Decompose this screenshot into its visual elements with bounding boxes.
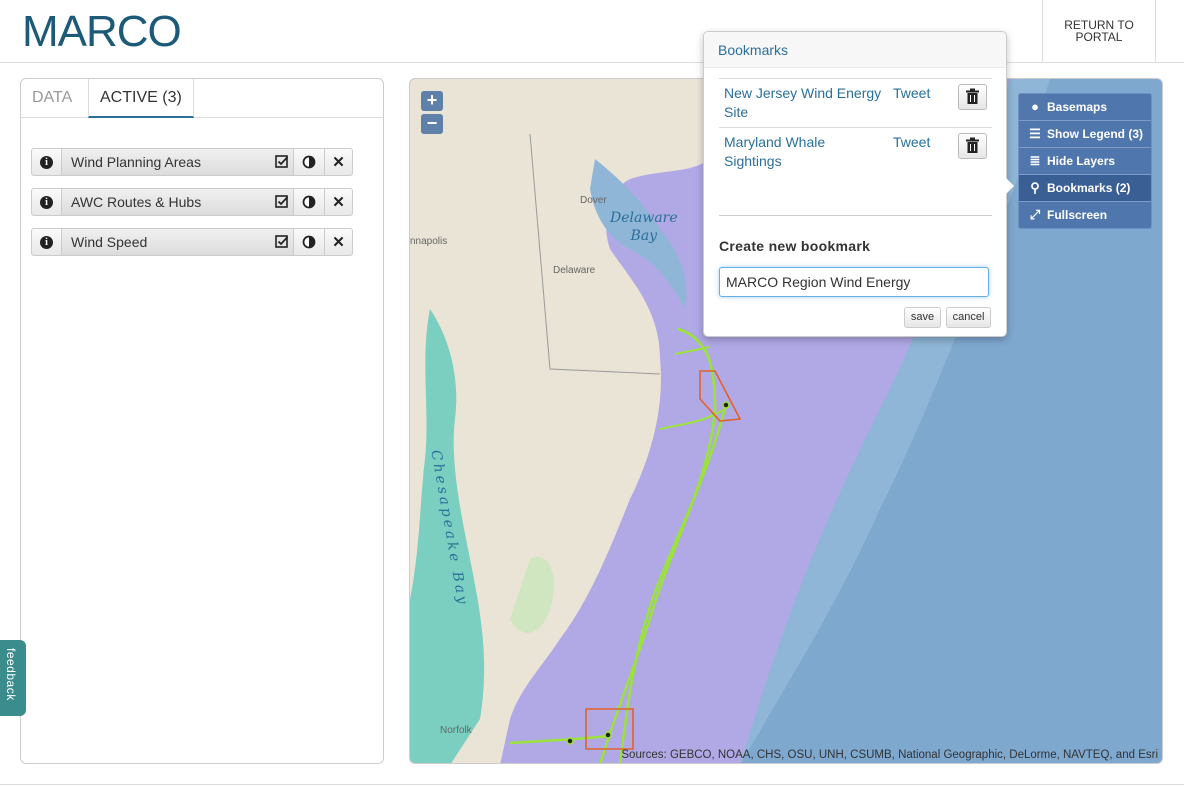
checkbox-checked-icon xyxy=(274,195,288,208)
contrast-icon xyxy=(302,155,316,169)
layer-name[interactable]: Wind Speed xyxy=(61,228,294,256)
layer-toggle-button[interactable] xyxy=(269,188,294,216)
layer-opacity-button[interactable] xyxy=(293,188,325,216)
tweet-link[interactable]: Tweet xyxy=(893,133,930,152)
feedback-tab[interactable]: feedback xyxy=(0,640,26,716)
bookmark-name-input[interactable] xyxy=(719,267,989,297)
footer-divider xyxy=(0,784,1184,785)
active-layer-row: i Wind Planning Areas ✕ xyxy=(31,148,353,176)
map-marker-icon: ⚲ xyxy=(1030,180,1040,195)
info-icon: i xyxy=(40,235,53,249)
show-legend-label: Show Legend (3) xyxy=(1047,127,1143,141)
trash-icon xyxy=(966,88,979,104)
basemaps-button[interactable]: ● Basemaps xyxy=(1019,94,1151,121)
layer-toggle-button[interactable] xyxy=(269,148,294,176)
create-bookmark-heading: Create new bookmark xyxy=(719,238,871,254)
delete-bookmark-button[interactable] xyxy=(958,84,987,110)
cancel-button[interactable]: cancel xyxy=(946,307,991,328)
info-icon: i xyxy=(40,155,53,169)
logo-text: MARCO xyxy=(22,7,181,56)
tweet-link[interactable]: Tweet xyxy=(893,84,930,103)
active-layer-row: i Wind Speed ✕ xyxy=(31,228,353,256)
layer-opacity-button[interactable] xyxy=(293,228,325,256)
bookmark-link[interactable]: Maryland Whale Sightings xyxy=(724,133,884,171)
layer-info-button[interactable]: i xyxy=(31,188,62,216)
return-to-portal-button[interactable]: RETURN TO PORTAL xyxy=(1042,0,1156,62)
map-attribution: Sources: GEBCO, NOAA, CHS, OSU, UNH, CSU… xyxy=(621,749,1158,761)
basemaps-label: Basemaps xyxy=(1047,100,1108,114)
layer-info-button[interactable]: i xyxy=(31,228,62,256)
tab-data[interactable]: DATA xyxy=(21,79,88,117)
list-icon: ☰ xyxy=(1029,126,1041,141)
layer-remove-button[interactable]: ✕ xyxy=(324,228,353,256)
contrast-icon xyxy=(302,235,316,249)
contrast-icon xyxy=(302,195,316,209)
place-label-dover: Dover xyxy=(580,195,607,206)
bookmarks-button[interactable]: ⚲ Bookmarks (2) xyxy=(1019,175,1151,202)
bookmark-link[interactable]: New Jersey Wind Energy Site xyxy=(724,84,884,122)
save-button[interactable]: save xyxy=(904,307,941,328)
checkbox-checked-icon xyxy=(274,235,288,248)
active-layer-row: i AWC Routes & Hubs ✕ xyxy=(31,188,353,216)
layer-name[interactable]: Wind Planning Areas xyxy=(61,148,294,176)
show-legend-button[interactable]: ☰ Show Legend (3) xyxy=(1019,121,1151,148)
bookmarks-popup-title: Bookmarks xyxy=(704,32,1006,68)
popup-arrow xyxy=(1004,176,1014,196)
close-icon: ✕ xyxy=(332,234,345,251)
layer-remove-button[interactable]: ✕ xyxy=(324,188,353,216)
checkbox-checked-icon xyxy=(274,155,288,168)
layer-remove-button[interactable]: ✕ xyxy=(324,148,353,176)
panel-tabs: DATA ACTIVE (3) xyxy=(21,79,383,118)
zoom-out-button[interactable]: − xyxy=(421,114,443,134)
water-label-delaware-bay: Delaware Bay xyxy=(610,210,678,244)
place-label-delaware: Delaware xyxy=(553,265,596,276)
layer-toggle-button[interactable] xyxy=(269,228,294,256)
layer-name[interactable]: AWC Routes & Hubs xyxy=(61,188,294,216)
fullscreen-label: Fullscreen xyxy=(1047,208,1108,222)
delete-bookmark-button[interactable] xyxy=(958,133,987,159)
layers-icon: ≣ xyxy=(1029,153,1041,168)
marco-logo[interactable]: MARCO xyxy=(22,4,202,60)
layer-info-button[interactable]: i xyxy=(31,148,62,176)
trash-icon xyxy=(966,137,979,153)
popup-divider xyxy=(719,215,992,216)
fullscreen-button[interactable]: ⤢ Fullscreen xyxy=(1019,202,1151,228)
place-label-annapolis: nnapolis xyxy=(410,236,448,247)
tab-active[interactable]: ACTIVE (3) xyxy=(88,79,194,118)
close-icon: ✕ xyxy=(332,194,345,211)
hide-layers-label: Hide Layers xyxy=(1047,154,1116,168)
close-icon: ✕ xyxy=(332,154,345,171)
bookmarks-label: Bookmarks (2) xyxy=(1047,181,1131,195)
fullscreen-icon: ⤢ xyxy=(1029,207,1041,222)
zoom-in-button[interactable]: + xyxy=(421,91,443,111)
layer-opacity-button[interactable] xyxy=(293,148,325,176)
bookmark-item: New Jersey Wind Energy Site Tweet xyxy=(719,78,992,127)
feedback-label: feedback xyxy=(4,648,18,701)
map-controls-panel: ● Basemaps ☰ Show Legend (3) ≣ Hide Laye… xyxy=(1018,93,1152,229)
hide-layers-button[interactable]: ≣ Hide Layers xyxy=(1019,148,1151,175)
place-label-norfolk: Norfolk xyxy=(440,725,472,736)
bookmark-item: Maryland Whale Sightings Tweet xyxy=(719,127,992,176)
bookmarks-popup: Bookmarks New Jersey Wind Energy Site Tw… xyxy=(703,31,1014,337)
info-icon: i xyxy=(40,195,53,209)
globe-icon: ● xyxy=(1031,99,1039,114)
layers-panel: DATA ACTIVE (3) i Wind Planning Areas ✕ … xyxy=(20,78,384,764)
